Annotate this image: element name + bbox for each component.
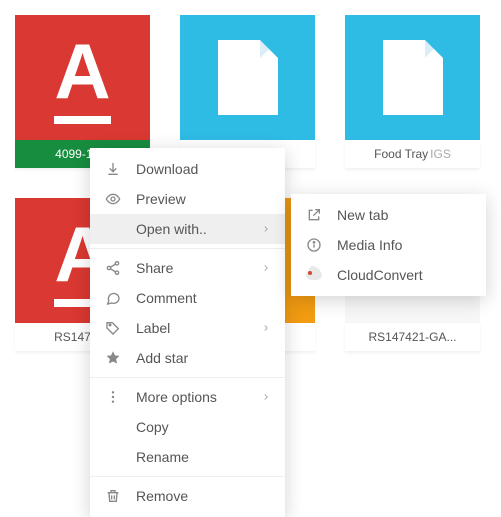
- menu-item-label: Open with..: [136, 221, 261, 237]
- menu-item-label: New tab: [337, 207, 472, 223]
- file-caption: Food Tray IGS: [345, 140, 480, 168]
- external-link-icon: [305, 206, 323, 224]
- menu-item-label: Copy: [136, 419, 271, 435]
- trash-icon: [104, 487, 122, 505]
- file-name: Food Tray: [374, 147, 428, 161]
- menu-item-remove[interactable]: Remove: [90, 481, 285, 511]
- info-icon: [305, 236, 323, 254]
- menu-item-label[interactable]: Label: [90, 313, 285, 343]
- chevron-right-icon: [261, 323, 271, 333]
- blank-icon: [104, 448, 122, 466]
- context-menu: Download Preview Open with.. Share Comme…: [90, 148, 285, 517]
- download-icon: [104, 160, 122, 178]
- file-thumbnail: [345, 15, 480, 140]
- document-icon: [218, 40, 278, 115]
- menu-item-copy[interactable]: Copy: [90, 412, 285, 442]
- menu-item-label: Media Info: [337, 237, 472, 253]
- file-name: RS147421-GA...: [368, 330, 456, 344]
- menu-item-share[interactable]: Share: [90, 253, 285, 283]
- menu-item-label: More options: [136, 389, 261, 405]
- menu-item-open-with[interactable]: Open with..: [90, 214, 285, 244]
- menu-item-download[interactable]: Download: [90, 154, 285, 184]
- chevron-right-icon: [261, 392, 271, 402]
- file-card[interactable]: A 4099-1-10: [15, 15, 150, 168]
- chevron-right-icon: [261, 224, 271, 234]
- blank-icon: [104, 418, 122, 436]
- submenu-item-new-tab[interactable]: New tab: [291, 200, 486, 230]
- menu-item-rename[interactable]: Rename: [90, 442, 285, 472]
- document-icon: [383, 40, 443, 115]
- submenu-item-cloudconvert[interactable]: CloudConvert: [291, 260, 486, 290]
- file-card[interactable]: [180, 15, 315, 168]
- menu-item-label: Share: [136, 260, 261, 276]
- star-icon: [104, 349, 122, 367]
- letter-a-icon: A: [54, 32, 110, 124]
- submenu-item-media-info[interactable]: Media Info: [291, 230, 486, 260]
- more-vertical-icon: [104, 388, 122, 406]
- file-ext: IGS: [430, 147, 451, 161]
- share-icon: [104, 259, 122, 277]
- cloudconvert-icon: [305, 266, 323, 284]
- menu-separator: [90, 248, 285, 249]
- menu-item-label: Comment: [136, 290, 271, 306]
- menu-item-label: Rename: [136, 449, 271, 465]
- menu-item-label: Label: [136, 320, 261, 336]
- menu-item-label: Preview: [136, 191, 271, 207]
- menu-item-label: CloudConvert: [337, 267, 472, 283]
- tag-icon: [104, 319, 122, 337]
- file-thumbnail: [180, 15, 315, 140]
- menu-item-label: Add star: [136, 350, 271, 366]
- menu-separator: [90, 377, 285, 378]
- comment-icon: [104, 289, 122, 307]
- menu-separator: [90, 476, 285, 477]
- chevron-right-icon: [261, 263, 271, 273]
- menu-item-preview[interactable]: Preview: [90, 184, 285, 214]
- eye-icon: [104, 190, 122, 208]
- menu-item-label: Download: [136, 161, 271, 177]
- menu-item-more-options[interactable]: More options: [90, 382, 285, 412]
- file-thumbnail: A: [15, 15, 150, 140]
- menu-item-add-star[interactable]: Add star: [90, 343, 285, 373]
- file-card[interactable]: Food Tray IGS: [345, 15, 480, 168]
- blank-icon: [104, 220, 122, 238]
- file-caption: RS147421-GA...: [345, 323, 480, 351]
- context-submenu: New tab Media Info CloudConvert: [291, 194, 486, 296]
- menu-item-comment[interactable]: Comment: [90, 283, 285, 313]
